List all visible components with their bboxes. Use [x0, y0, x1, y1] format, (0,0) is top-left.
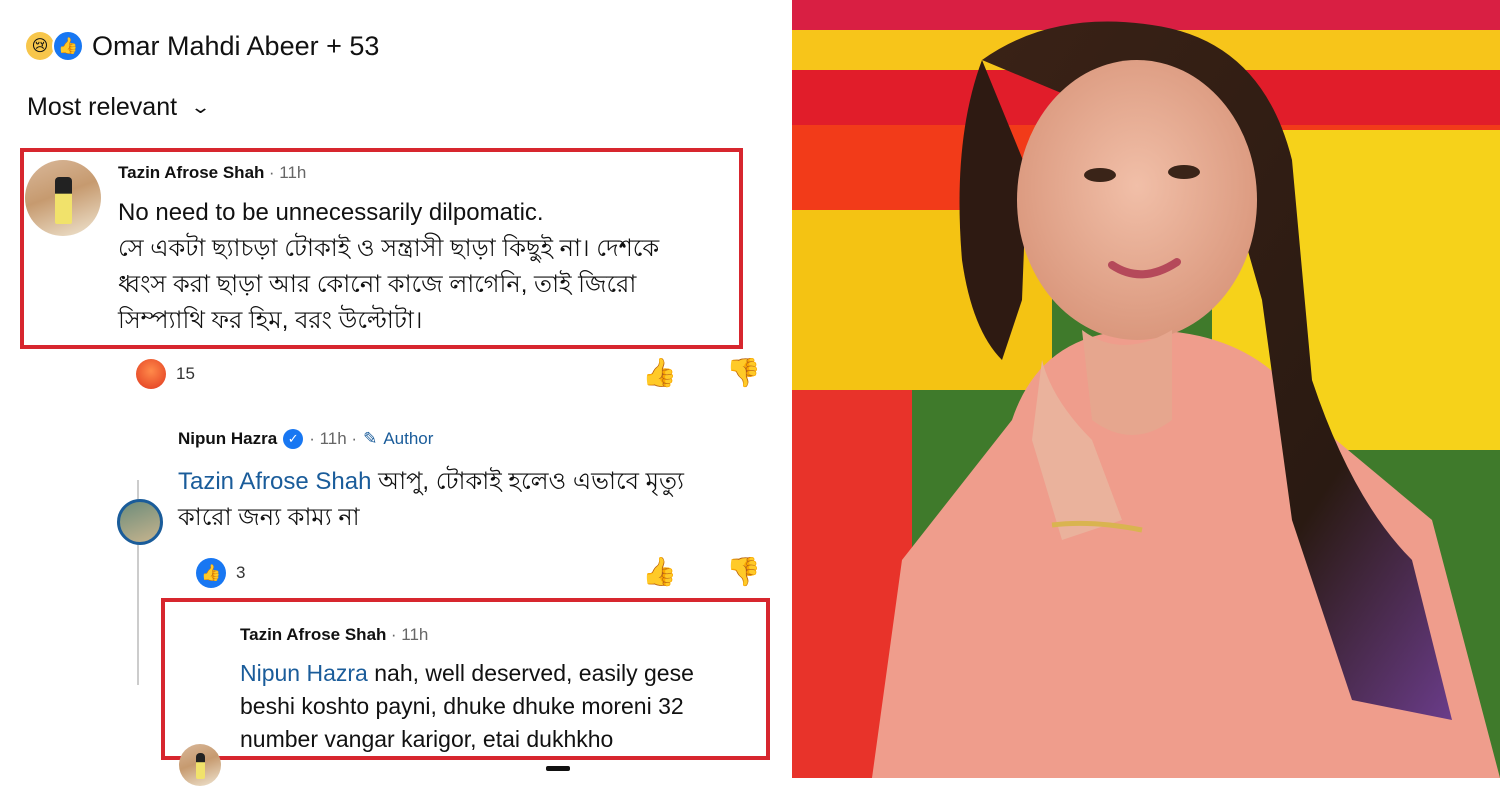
- comment-line: No need to be unnecessarily dilpomatic.: [118, 199, 544, 226]
- reply-line: কারো জন্য কাম্য না: [178, 504, 360, 531]
- sort-label: Most relevant: [27, 93, 178, 121]
- like-icon[interactable]: 👍: [642, 356, 677, 389]
- profile-photo: [792, 0, 1500, 778]
- reply2-author[interactable]: Tazin Afrose Shah: [240, 625, 386, 644]
- verified-badge-icon: ✓: [283, 429, 304, 449]
- thumbs-up-icon: 👍: [52, 30, 84, 62]
- avatar[interactable]: [117, 499, 163, 545]
- comment-body: No need to be unnecessarily dilpomatic. …: [118, 195, 733, 339]
- angry-face-icon: [136, 359, 166, 389]
- reply2-header: Tazin Afrose Shah · 11h: [240, 625, 428, 645]
- avatar[interactable]: [25, 160, 101, 236]
- reply2-line: number vangar karigor, etai dukhkho: [240, 726, 614, 752]
- comment-reactions[interactable]: 15: [136, 359, 195, 389]
- reply2-time[interactable]: · 11h: [391, 625, 429, 644]
- reply-mention[interactable]: Tazin Afrose Shah: [178, 468, 371, 495]
- reply-reactions[interactable]: 👍 3: [196, 558, 245, 588]
- reply2-line: beshi koshto payni, dhuke dhuke moreni 3…: [240, 693, 684, 719]
- dislike-icon[interactable]: 👎: [726, 356, 761, 389]
- reply-line: আপু, টোকাই হলেও এভাবে মৃত্যু: [378, 468, 684, 495]
- chevron-down-icon: ⌄: [190, 97, 212, 117]
- author-badge: Author: [383, 429, 434, 448]
- crying-face-icon: 😢: [26, 32, 54, 60]
- pencil-icon: ✎: [363, 429, 378, 448]
- reactions-summary[interactable]: 😢 👍 Omar Mahdi Abeer + 53: [26, 30, 379, 62]
- reply2-line: nah, well deserved, easily gese: [374, 660, 694, 686]
- reactions-label: Omar Mahdi Abeer + 53: [92, 30, 380, 61]
- reply2-mention[interactable]: Nipun Hazra: [240, 660, 368, 686]
- scroll-indicator: [546, 766, 570, 771]
- reply2-body: Nipun Hazra nah, well deserved, easily g…: [240, 657, 765, 756]
- comment-line: সে একটা ছ্যাচড়া টোকাই ও সন্ত্রাসী ছাড়া…: [118, 235, 660, 262]
- reply-header: Nipun Hazra ✓ · 11h · ✎ Author: [178, 429, 433, 449]
- avatar[interactable]: [179, 744, 221, 786]
- reaction-count: 3: [236, 563, 246, 582]
- comment-line: ধ্বংস করা ছাড়া আর কোনো কাজে লাগেনি, তাই…: [118, 271, 637, 298]
- comment-header: Tazin Afrose Shah · 11h: [118, 163, 306, 183]
- reply-body: Tazin Afrose Shah আপু, টোকাই হলেও এভাবে …: [178, 464, 738, 536]
- comment-line: সিম্প্যাথি ফর হিম, বরং উল্টোটা।: [118, 307, 423, 334]
- portrait-image: [792, 0, 1500, 778]
- comments-panel: 😢 👍 Omar Mahdi Abeer + 53 Most relevant …: [0, 0, 790, 786]
- reply-time[interactable]: · 11h ·: [309, 429, 357, 449]
- dislike-icon[interactable]: 👎: [726, 555, 761, 588]
- reaction-count: 15: [176, 364, 195, 383]
- reply-author[interactable]: Nipun Hazra: [178, 429, 277, 449]
- like-icon[interactable]: 👍: [642, 555, 677, 588]
- sort-dropdown[interactable]: Most relevant ⌄: [27, 93, 212, 122]
- comment-time[interactable]: · 11h: [269, 163, 307, 182]
- comment-author[interactable]: Tazin Afrose Shah: [118, 163, 264, 182]
- thumbs-up-icon: 👍: [196, 558, 226, 588]
